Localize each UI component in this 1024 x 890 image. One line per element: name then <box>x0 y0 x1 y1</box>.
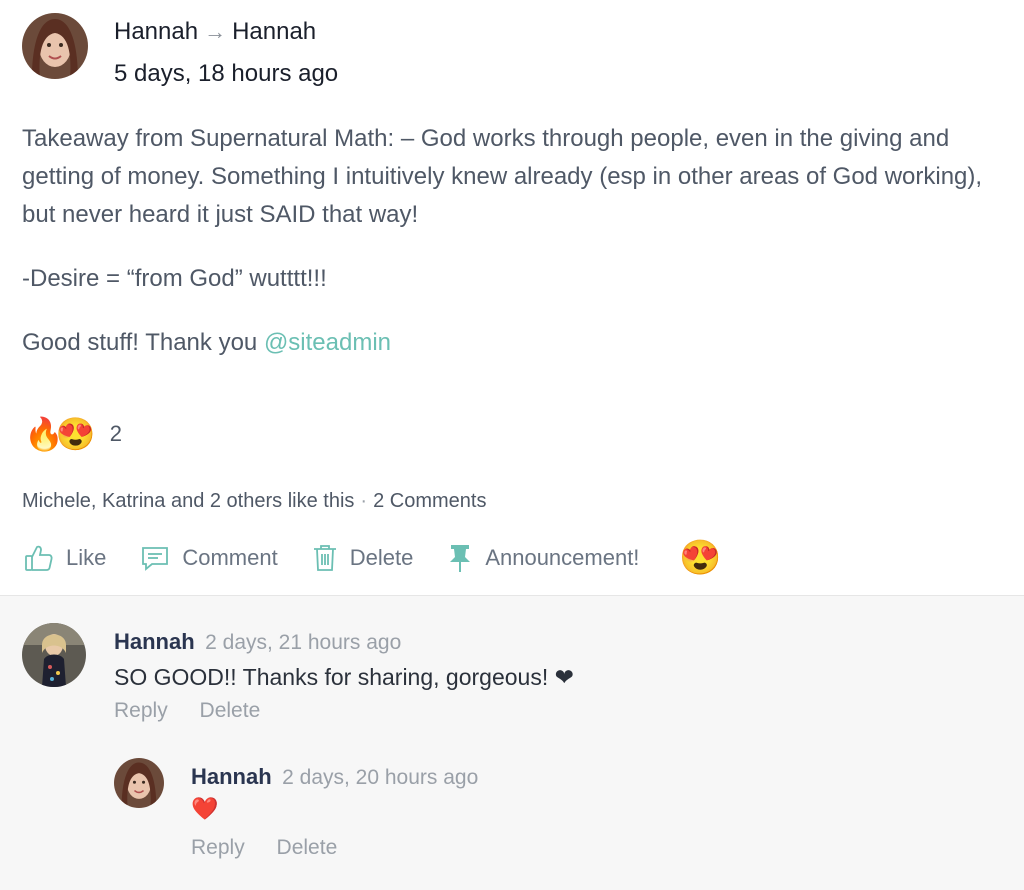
comments-section: Hannah 2 days, 21 hours ago SO GOOD!! Th… <box>0 595 1024 890</box>
like-label: Like <box>66 545 107 570</box>
comment-author-avatar[interactable] <box>22 623 86 687</box>
post-author-line: Hannah → Hannah <box>114 18 316 46</box>
reply-text: ❤️ <box>191 796 219 821</box>
comments-count[interactable]: 2 Comments <box>373 490 486 512</box>
delete-comment-button[interactable]: Delete <box>200 699 261 722</box>
reply-actions: Reply Delete <box>191 836 363 860</box>
delete-button[interactable]: Delete <box>312 543 414 573</box>
post-closing-text: Good stuff! Thank you <box>22 329 264 356</box>
add-reaction-emoji-icon[interactable]: 😍 <box>679 538 721 578</box>
announcement-label: Announcement! <box>485 545 640 570</box>
mention-link[interactable]: @siteadmin <box>264 329 391 356</box>
delete-reply-button[interactable]: Delete <box>277 836 338 859</box>
likes-text[interactable]: Michele, Katrina and 2 others like this <box>22 490 354 512</box>
post-closing: Good stuff! Thank you @siteadmin <box>22 324 1012 362</box>
like-button[interactable]: Like <box>24 543 106 573</box>
comment-author-name[interactable]: Hannah <box>114 629 195 654</box>
heart-eyes-emoji-icon: 😍 <box>55 416 96 452</box>
post-timestamp[interactable]: 5 days, 18 hours ago <box>114 60 338 88</box>
thumbs-up-icon <box>25 545 53 571</box>
reply-button[interactable]: Reply <box>114 699 168 722</box>
reply-author-avatar[interactable] <box>114 758 164 808</box>
comment-timestamp[interactable]: 2 days, 21 hours ago <box>205 631 401 654</box>
likes-summary: Michele, Katrina and 2 others like this ·… <box>22 490 486 513</box>
post-author-name[interactable]: Hannah <box>114 18 198 46</box>
post-author-avatar[interactable] <box>22 13 88 79</box>
comment-actions: Reply Delete <box>114 699 286 723</box>
comment-button[interactable]: Comment <box>140 543 278 573</box>
reply-timestamp[interactable]: 2 days, 20 hours ago <box>282 766 478 789</box>
comment-text: SO GOOD!! Thanks for sharing, gorgeous! … <box>114 664 574 690</box>
trash-icon <box>313 545 336 571</box>
delete-label: Delete <box>349 545 414 570</box>
reactions-summary[interactable]: 🔥 😍 2 <box>24 414 122 454</box>
post-body: Takeaway from Supernatural Math: – God w… <box>22 120 1012 362</box>
reactions-count: 2 <box>109 421 122 446</box>
reply-header: Hannah 2 days, 20 hours ago <box>191 764 478 790</box>
announcement-button[interactable]: Announcement! <box>447 543 639 573</box>
arrow-right-icon: → <box>204 19 227 44</box>
reply-button[interactable]: Reply <box>191 836 245 859</box>
post-actions: Like Comment Delete Announcement! 😍 <box>24 536 722 580</box>
comment-label: Comment <box>182 545 278 570</box>
comment-icon <box>142 547 169 571</box>
post-paragraph: -Desire = “from God” wutttt!!! <box>22 265 327 292</box>
post-recipient-name[interactable]: Hannah <box>232 18 316 46</box>
post-paragraph: Takeaway from Supernatural Math: – God w… <box>22 125 983 228</box>
reply-author-name[interactable]: Hannah <box>191 764 272 789</box>
comment-header: Hannah 2 days, 21 hours ago <box>114 629 401 655</box>
pin-icon <box>450 545 471 572</box>
separator: · <box>360 490 368 512</box>
